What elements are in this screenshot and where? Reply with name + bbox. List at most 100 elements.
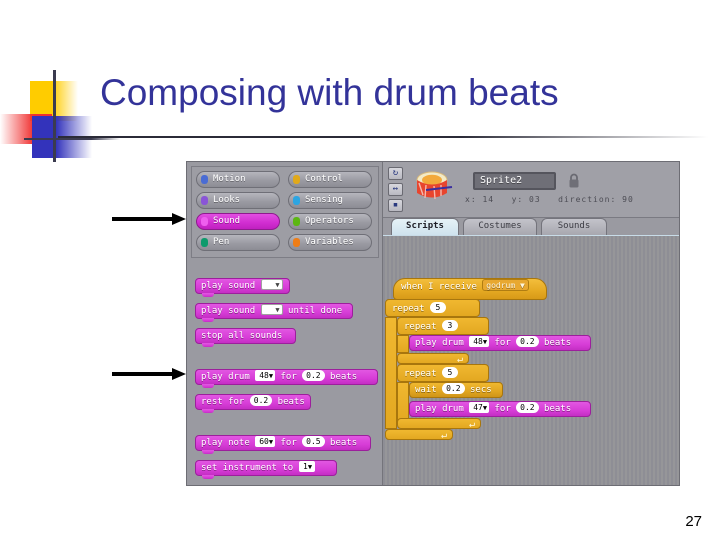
repeat-block-inner1-header[interactable]: repeat 3 <box>397 317 489 335</box>
rotate-icon[interactable]: ↻ <box>388 167 403 180</box>
block-label-suffix: beats <box>330 372 358 382</box>
block-label: play drum <box>415 338 464 348</box>
wait-secs-input[interactable]: 0.2 <box>442 383 465 394</box>
repeat-count-input[interactable]: 5 <box>429 302 446 313</box>
drum-value: 48 <box>259 371 269 380</box>
repeat-block-outer-header[interactable]: repeat 5 <box>385 299 480 317</box>
block-palette-column: Motion Looks Sound Pen Control Sensing O… <box>187 162 383 485</box>
palette-stop-all-sounds-block[interactable]: stop all sounds <box>195 328 296 347</box>
control-color-dot <box>293 175 300 184</box>
block-label: play sound <box>201 281 256 291</box>
category-label: Sensing <box>305 195 343 205</box>
title-underline <box>58 136 708 138</box>
category-button-motion[interactable]: Motion <box>196 171 280 188</box>
block-label: play drum <box>201 372 250 382</box>
script-play-drum-block-2[interactable]: play drum 47▼ for 0.2 beats <box>409 401 591 417</box>
block-label-suffix: secs <box>469 385 492 395</box>
category-button-variables[interactable]: Variables <box>288 234 372 251</box>
rest-beats-input[interactable]: 0.2 <box>249 395 273 406</box>
repeat-label: repeat <box>392 304 425 314</box>
message-dropdown[interactable]: godrum ▼ <box>482 279 529 291</box>
sprite-name-field[interactable]: Sprite2 <box>473 172 556 190</box>
block-notch <box>202 293 214 297</box>
horizontal-rule <box>24 138 120 140</box>
block-label: rest for <box>201 397 245 407</box>
arrow-shaft <box>112 372 174 376</box>
script-wait-block[interactable]: wait 0.2 secs <box>409 382 503 398</box>
block-label: repeat 3 <box>404 320 458 334</box>
chevron-down-icon: ▼ <box>268 438 274 446</box>
block-notch <box>202 409 214 413</box>
scratch-application-window: Motion Looks Sound Pen Control Sensing O… <box>186 161 680 486</box>
sensing-color-dot <box>293 196 300 205</box>
block-label: repeat 5 <box>404 367 458 381</box>
chevron-down-icon: ▼ <box>307 463 313 471</box>
sprite-and-scripts-column: ↻ ↔ ▪ Sprite2 x: 14 y: 03 direction: 90 … <box>383 162 679 485</box>
palette-play-sound-until-done-block[interactable]: play sound ▼ until done <box>195 303 353 322</box>
block-label-suffix: beats <box>330 438 358 448</box>
arrow-shaft <box>112 217 174 221</box>
block-notch <box>202 384 214 388</box>
category-button-operators[interactable]: Operators <box>288 213 372 230</box>
block-label-suffix: beats <box>544 404 572 414</box>
palette-play-note-block[interactable]: play note 60▼ for 0.5 beats <box>195 435 371 454</box>
palette-play-sound-block[interactable]: play sound ▼ <box>195 278 290 297</box>
palette-rest-for-block[interactable]: rest for 0.2 beats <box>195 394 311 413</box>
category-label: Variables <box>305 237 354 247</box>
sprite-position-readout: x: 14 y: 03 direction: 90 <box>465 195 634 204</box>
flip-icon[interactable]: ↔ <box>388 183 403 196</box>
x-value: 14 <box>482 195 495 204</box>
scripts-canvas[interactable]: when I receive godrum ▼ repeat 5 ↵ repea… <box>383 235 679 485</box>
repeat-block-inner2-header[interactable]: repeat 5 <box>397 364 489 382</box>
block-notch <box>202 450 214 454</box>
category-label: Pen <box>213 237 230 247</box>
beats-input[interactable]: 0.2 <box>302 370 325 381</box>
category-label: Control <box>305 174 343 184</box>
beats-input[interactable]: 0.2 <box>516 336 539 347</box>
note-beats-input[interactable]: 0.5 <box>302 436 325 447</box>
block-label-mid: for <box>280 438 297 448</box>
beats-input[interactable]: 0.2 <box>516 402 539 413</box>
chevron-down-icon: ▼ <box>268 372 274 380</box>
repeat-count-input[interactable]: 5 <box>441 367 458 378</box>
category-label: Motion <box>213 174 246 184</box>
drum-value: 48 <box>473 337 483 346</box>
when-i-receive-hat-block[interactable]: when I receive godrum ▼ <box>393 278 547 300</box>
y-value: 03 <box>529 195 541 204</box>
drum-number-dropdown[interactable]: 48▼ <box>469 336 490 347</box>
category-button-looks[interactable]: Looks <box>196 192 280 209</box>
drum-sprite-icon <box>416 171 453 200</box>
category-button-pen[interactable]: Pen <box>196 234 280 251</box>
sound-color-dot <box>201 217 208 226</box>
drum-value: 47 <box>473 403 483 412</box>
drum-number-dropdown[interactable]: 47▼ <box>469 402 490 413</box>
pen-color-dot <box>201 238 208 247</box>
block-label: when I receive <box>401 282 477 292</box>
category-button-control[interactable]: Control <box>288 171 372 188</box>
sound-dropdown[interactable]: ▼ <box>260 304 283 315</box>
y-label: y: <box>511 195 524 204</box>
arrow-head <box>172 213 186 225</box>
category-button-sound[interactable]: Sound <box>196 213 280 230</box>
no-rotate-icon[interactable]: ▪ <box>388 199 403 212</box>
sound-dropdown[interactable]: ▼ <box>260 279 283 290</box>
repeat-count-input[interactable]: 3 <box>441 320 458 331</box>
script-play-drum-block-1[interactable]: play drum 48▼ for 0.2 beats <box>409 335 591 351</box>
block-label: set instrument to <box>201 463 294 473</box>
tab-scripts[interactable]: Scripts <box>391 218 459 235</box>
repeat-label: repeat <box>404 369 437 379</box>
palette-set-instrument-block[interactable]: set instrument to 1▼ <box>195 460 337 479</box>
tab-costumes[interactable]: Costumes <box>463 218 537 235</box>
block-notch <box>202 475 214 479</box>
note-number-dropdown[interactable]: 60▼ <box>255 436 276 447</box>
category-label: Looks <box>213 195 241 205</box>
category-button-sensing[interactable]: Sensing <box>288 192 372 209</box>
instrument-dropdown[interactable]: 1▼ <box>298 461 315 472</box>
category-selector-panel: Motion Looks Sound Pen Control Sensing O… <box>191 166 379 258</box>
tab-sounds[interactable]: Sounds <box>541 218 607 235</box>
block-label: repeat 5 <box>392 302 446 316</box>
vertical-rule <box>53 70 56 162</box>
lock-icon[interactable] <box>567 172 581 189</box>
drum-number-dropdown[interactable]: 48▼ <box>255 370 276 381</box>
palette-play-drum-block[interactable]: play drum 48▼ for 0.2 beats <box>195 369 378 388</box>
